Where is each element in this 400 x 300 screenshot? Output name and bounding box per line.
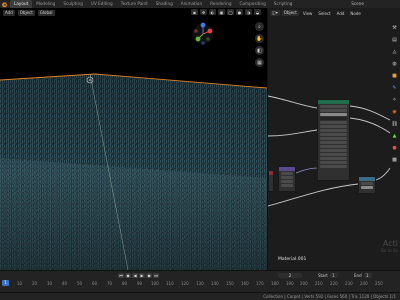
pan-hand-icon[interactable]: ✋: [255, 34, 264, 43]
modifier-wrench-icon[interactable]: ✎: [391, 84, 398, 91]
tab-shading[interactable]: Shading: [152, 0, 177, 8]
status-bar: Collection | Carpet | Verts 592 | Faces …: [0, 292, 400, 300]
texture-icon[interactable]: ▩: [391, 156, 398, 163]
transform-orientation-dropdown[interactable]: Global: [37, 9, 55, 16]
tab-scripting[interactable]: Scripting: [270, 0, 297, 8]
constraints-icon[interactable]: ⛓: [391, 120, 398, 127]
frame-tick: 30: [47, 281, 53, 286]
view-layer-icon[interactable]: ▤: [391, 36, 398, 43]
frame-tick: 210: [315, 281, 323, 286]
workspace-bar: Layout Modeling Sculpting UV Editing Tex…: [0, 0, 400, 8]
gizmo-toggle-icon[interactable]: ✥: [200, 9, 207, 15]
next-keyframe-icon[interactable]: ◆: [146, 273, 152, 278]
frame-tick: 60: [92, 281, 98, 286]
tool-icon[interactable]: ⚒: [391, 24, 398, 31]
viewport-scene: [0, 73, 267, 270]
camera-view-icon[interactable]: ◧: [255, 46, 264, 55]
prev-keyframe-icon[interactable]: ◆: [125, 273, 131, 278]
particles-icon[interactable]: ✧: [391, 96, 398, 103]
shader-node-editor[interactable]: ◫▾ Object View Select Add Node ⚒ ▤ ◬ ◍ ■…: [267, 8, 400, 270]
solid-shading-icon[interactable]: ●: [236, 9, 243, 15]
frame-tick: 90: [137, 281, 143, 286]
frame-tick: 80: [122, 281, 128, 286]
texture-coordinate-node[interactable]: [278, 166, 296, 192]
perspective-toggle-icon[interactable]: ▦: [255, 58, 264, 67]
frame-tick: 40: [62, 281, 68, 286]
material-icon[interactable]: ●: [391, 144, 398, 151]
material-name-label: Material.001: [278, 257, 307, 262]
frame-tick: 110: [166, 281, 174, 286]
tab-uv-editing[interactable]: UV Editing: [87, 0, 117, 8]
tab-layout[interactable]: Layout: [10, 0, 33, 8]
node-editor-sidebar: ⚒ ▤ ◬ ◍ ■ ✎ ✧ ◉ ⛓ ▲ ● ▩: [389, 20, 400, 260]
shader-output-node[interactable]: [358, 176, 376, 194]
play-reverse-icon[interactable]: ◀: [132, 273, 138, 278]
tab-modeling[interactable]: Modeling: [32, 0, 59, 8]
world-icon[interactable]: ◍: [391, 60, 398, 67]
frame-tick: 160: [241, 281, 249, 286]
frame-tick: 50: [77, 281, 83, 286]
viewport-navigation: ⌕ ✋ ◧ ▦: [255, 22, 264, 67]
frame-tick: 240: [360, 281, 368, 286]
xray-icon[interactable]: ▣: [218, 9, 225, 15]
start-frame-label: Start: [318, 273, 328, 278]
frame-ruler[interactable]: 0 10 20 30 40 50 60 70 80 90 100 110 120…: [0, 281, 400, 287]
frame-tick: 180: [271, 281, 279, 286]
timeline-controls: ⏮ ◆ ◀ ▶ ◆ ⏭ 2 Start 1 End 1: [0, 271, 400, 280]
3d-viewport[interactable]: Add Object Global ◉ ✥ ◐ ▣ ◯ ● ◑ ◒ ⌕ ✋ ◧ …: [0, 8, 267, 270]
data-icon[interactable]: ▲: [391, 132, 398, 139]
wireframe-shading-icon[interactable]: ◯: [227, 9, 234, 15]
frame-tick: 20: [32, 281, 38, 286]
frame-tick: 140: [211, 281, 219, 286]
frame-tick: 100: [151, 281, 159, 286]
frame-tick: 150: [226, 281, 234, 286]
tab-animation[interactable]: Animation: [177, 0, 206, 8]
principled-bsdf-node[interactable]: [317, 99, 350, 181]
playback-controls: ⏮ ◆ ◀ ▶ ◆ ⏭: [118, 273, 159, 278]
tab-rendering[interactable]: Rendering: [206, 0, 235, 8]
playhead[interactable]: 1: [2, 280, 9, 286]
end-frame-field[interactable]: 1: [364, 273, 372, 278]
frame-tick: 200: [300, 281, 308, 286]
jump-start-icon[interactable]: ⏮: [118, 273, 124, 278]
activation-watermark: Acti Go to Se: [380, 239, 398, 254]
physics-icon[interactable]: ◉: [391, 108, 398, 115]
navigation-gizmo[interactable]: [190, 22, 216, 46]
blender-logo-icon[interactable]: [1, 1, 8, 8]
scene-statistics: Collection | Carpet | Verts 592 | Faces …: [263, 294, 396, 299]
scene-selector[interactable]: Scene: [351, 0, 364, 8]
material-shading-icon[interactable]: ◑: [245, 9, 252, 15]
frame-tick: 10: [17, 281, 23, 286]
frame-tick: 230: [345, 281, 353, 286]
object-menu[interactable]: Object: [17, 9, 35, 16]
tab-texture-paint[interactable]: Texture Paint: [117, 0, 152, 8]
scene-icon[interactable]: ◬: [391, 48, 398, 55]
current-frame-field[interactable]: 2: [278, 273, 302, 278]
visibility-icon[interactable]: ◉: [191, 9, 198, 15]
frame-tick: 130: [196, 281, 204, 286]
tab-compositing[interactable]: Compositing: [236, 0, 270, 8]
frame-tick: 120: [181, 281, 189, 286]
frame-tick: 220: [330, 281, 338, 286]
rendered-shading-icon[interactable]: ◒: [254, 9, 261, 15]
frame-tick: 190: [286, 281, 294, 286]
start-frame-field[interactable]: 1: [330, 273, 338, 278]
tab-sculpting[interactable]: Sculpting: [59, 0, 87, 8]
material-output-node[interactable]: [268, 170, 274, 192]
end-frame-label: End: [354, 273, 362, 278]
overlay-icon[interactable]: ◐: [209, 9, 216, 15]
zoom-icon[interactable]: ⌕: [255, 22, 264, 31]
viewport-shading-tools: ◉ ✥ ◐ ▣ ◯ ● ◑ ◒: [191, 9, 261, 15]
frame-tick: 170: [256, 281, 264, 286]
jump-end-icon[interactable]: ⏭: [153, 273, 159, 278]
timeline[interactable]: ⏮ ◆ ◀ ▶ ◆ ⏭ 2 Start 1 End 1 0 10 20 30 4…: [0, 270, 400, 292]
frame-tick: 250: [375, 281, 383, 286]
frame-tick: 70: [107, 281, 113, 286]
object-icon[interactable]: ■: [391, 72, 398, 79]
add-menu[interactable]: Add: [3, 9, 15, 16]
play-icon[interactable]: ▶: [139, 273, 145, 278]
